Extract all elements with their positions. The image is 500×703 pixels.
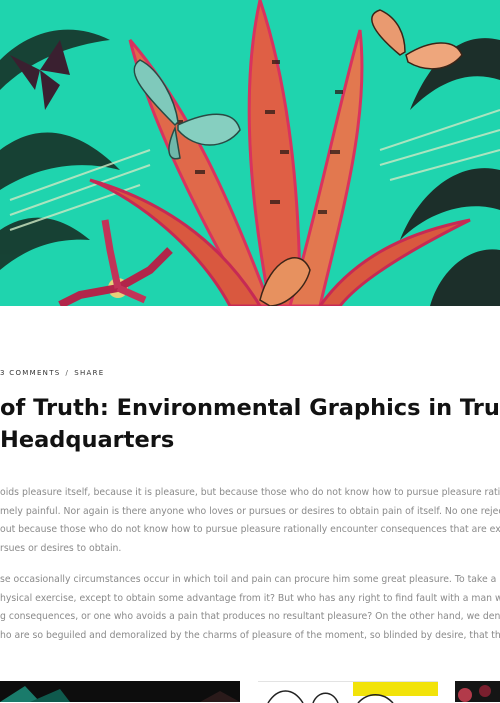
gallery-thumbnail[interactable]: [258, 681, 438, 703]
hero-image: [0, 0, 500, 306]
post-excerpt-paragraph-1: oids pleasure itself, because it is plea…: [0, 484, 500, 558]
gallery-thumbnail[interactable]: [455, 681, 500, 702]
share-link[interactable]: SHARE: [74, 369, 104, 377]
paragraph-line: mely painful. Nor again is there anyone …: [0, 505, 500, 517]
post-title[interactable]: of Truth: Environmental Graphics in Tru …: [0, 392, 500, 456]
paragraph-line: se occasionally circumstances occur in w…: [0, 574, 497, 585]
comments-link[interactable]: 3 COMMENTS: [0, 369, 61, 377]
post-excerpt-paragraph-2: se occasionally circumstances occur in w…: [0, 571, 500, 645]
tropical-illustration: [0, 0, 500, 306]
meta-separator: /: [65, 369, 70, 377]
post-title-line-1: of Truth: Environmental Graphics in Tru: [0, 395, 500, 421]
post-title-line-2: Headquarters: [0, 427, 175, 453]
paragraph-line: oids pleasure itself, because it is plea…: [0, 487, 500, 498]
paragraph-line: ho are so beguiled and demoralized by th…: [0, 629, 500, 641]
paragraph-line: rsues or desires to obtain.: [0, 542, 122, 554]
paragraph-line: hysical exercise, except to obtain some …: [0, 592, 500, 604]
gallery-thumbnail[interactable]: [0, 681, 240, 702]
post-meta: 3 COMMENTS / SHARE: [0, 369, 105, 377]
paragraph-line: out because those who do not know how to…: [0, 524, 500, 535]
paragraph-line: g consequences, or one who avoids a pain…: [0, 611, 500, 622]
